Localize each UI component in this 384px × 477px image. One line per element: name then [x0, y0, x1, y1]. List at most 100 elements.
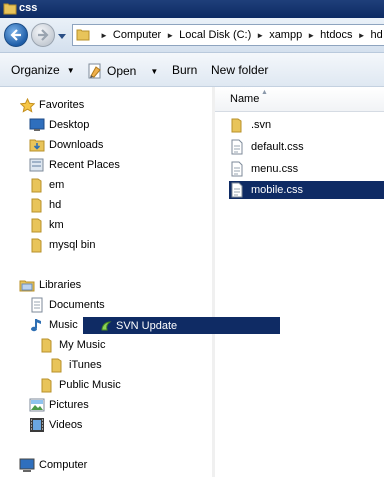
nav-folder-hd[interactable]: hd [29, 196, 61, 214]
breadcrumb-separator[interactable]: ► [358, 31, 366, 40]
organize-button[interactable]: Organize ▼ [11, 63, 75, 77]
css-file-icon [229, 161, 245, 177]
nav-favorites[interactable]: Favorites [19, 96, 84, 114]
burn-button[interactable]: Burn [172, 63, 197, 77]
folder-icon [29, 237, 45, 253]
breadcrumb-computer[interactable]: Computer [113, 29, 161, 41]
arrow-right-icon [38, 29, 49, 41]
nav-label: Favorites [39, 99, 85, 111]
star-icon [19, 97, 35, 113]
css-file-icon [229, 139, 245, 155]
file-name: menu.css [251, 163, 299, 175]
nav-label: km [49, 219, 64, 231]
recent-pages-dropdown[interactable] [58, 31, 66, 43]
column-header-name[interactable]: Name ▲ [215, 87, 384, 112]
breadcrumb-hd[interactable]: hd [370, 29, 382, 41]
folder-icon [3, 2, 17, 18]
file-row[interactable]: .svn [229, 116, 384, 134]
file-list: Name ▲ .svn default.css menu.css mobile.… [215, 87, 384, 477]
file-row[interactable]: default.css [229, 138, 384, 156]
nav-label: iTunes [69, 359, 102, 371]
nav-music[interactable]: Music [29, 316, 78, 334]
open-button[interactable]: Open ▼ [87, 63, 158, 79]
recent-places-icon [29, 157, 45, 173]
nav-label: My Music [59, 339, 106, 351]
nav-pictures[interactable]: Pictures [29, 396, 89, 414]
nav-computer[interactable]: Computer [19, 456, 87, 474]
back-button[interactable] [4, 23, 28, 47]
nav-label: em [49, 179, 65, 191]
nav-libraries[interactable]: Libraries [19, 276, 81, 294]
burn-label: Burn [172, 63, 198, 77]
folder-icon [39, 337, 55, 353]
nav-videos[interactable]: Videos [29, 416, 82, 434]
breadcrumb-separator[interactable]: ► [256, 31, 264, 40]
nav-folder-km[interactable]: km [29, 216, 64, 234]
nav-label: hd [49, 199, 62, 211]
open-icon [87, 63, 103, 79]
nav-label: Downloads [49, 139, 104, 151]
breadcrumb-separator[interactable]: ► [166, 31, 174, 40]
nav-my-music[interactable]: My Music [39, 336, 105, 354]
nav-recent-places[interactable]: Recent Places [29, 156, 120, 174]
breadcrumb-xampp[interactable]: xampp [269, 29, 302, 41]
folder-icon [29, 177, 45, 193]
file-name: .svn [251, 119, 272, 131]
documents-icon [29, 297, 45, 313]
pictures-icon [29, 397, 45, 413]
address-bar: ► Computer ► Local Disk (C:) ► xampp ► h… [0, 18, 384, 53]
chevron-down-icon: ▼ [66, 65, 75, 75]
nav-downloads[interactable]: Downloads [29, 136, 103, 154]
file-row[interactable]: menu.css [229, 160, 384, 178]
breadcrumb-separator[interactable]: ► [100, 31, 108, 40]
folder-icon [39, 377, 55, 393]
nav-label: Pictures [49, 399, 89, 411]
music-note-icon [29, 317, 45, 333]
nav-folder-mysql-bin[interactable]: mysql bin [29, 236, 95, 254]
file-row-selected[interactable]: mobile.css [229, 181, 384, 199]
folder-icon [229, 117, 245, 133]
videos-icon [29, 417, 45, 433]
nav-label: Music [49, 319, 78, 331]
sort-up-icon: ▲ [261, 89, 268, 96]
nav-public-music[interactable]: Public Music [39, 376, 121, 394]
nav-label: Libraries [39, 279, 82, 291]
chevron-down-icon: ▼ [150, 66, 159, 76]
breadcrumb-htdocs[interactable]: htdocs [320, 29, 352, 41]
nav-desktop[interactable]: Desktop [29, 116, 89, 134]
nav-label: Desktop [49, 119, 90, 131]
file-name: default.css [251, 141, 304, 153]
nav-label: Recent Places [49, 159, 120, 171]
new-folder-label: New folder [211, 63, 269, 77]
folder-icon [29, 217, 45, 233]
desktop-icon [29, 117, 45, 133]
folder-icon [49, 357, 65, 373]
breadcrumb-local-disk[interactable]: Local Disk (C:) [179, 29, 251, 41]
folder-icon [29, 197, 45, 213]
downloads-folder-icon [29, 137, 45, 153]
svn-update-item[interactable]: SVN Update [83, 317, 280, 334]
breadcrumb-separator[interactable]: ► [307, 31, 315, 40]
address-field[interactable]: ► Computer ► Local Disk (C:) ► xampp ► h… [72, 24, 384, 46]
arrow-left-icon [10, 29, 21, 41]
nav-documents[interactable]: Documents [29, 296, 105, 314]
nav-label: Computer [39, 459, 88, 471]
svn-update-icon [100, 320, 112, 332]
css-file-icon [229, 182, 245, 198]
folder-icon [76, 27, 90, 44]
libraries-icon [19, 277, 35, 293]
nav-folder-em[interactable]: em [29, 176, 64, 194]
open-label: Open [107, 64, 137, 78]
svn-update-label: SVN Update [116, 319, 178, 332]
nav-label: Public Music [59, 379, 121, 391]
nav-label: Documents [49, 299, 105, 311]
new-folder-button[interactable]: New folder [211, 63, 268, 77]
chevron-down-icon [58, 34, 66, 39]
forward-button[interactable] [31, 23, 55, 47]
nav-label: mysql bin [49, 239, 96, 251]
navigation-pane: Favorites Desktop Downloads Recent Place… [0, 87, 213, 477]
nav-label: Videos [49, 419, 83, 431]
title-bar: css [0, 0, 384, 18]
window-title: css [19, 2, 38, 14]
nav-itunes[interactable]: iTunes [49, 356, 102, 374]
